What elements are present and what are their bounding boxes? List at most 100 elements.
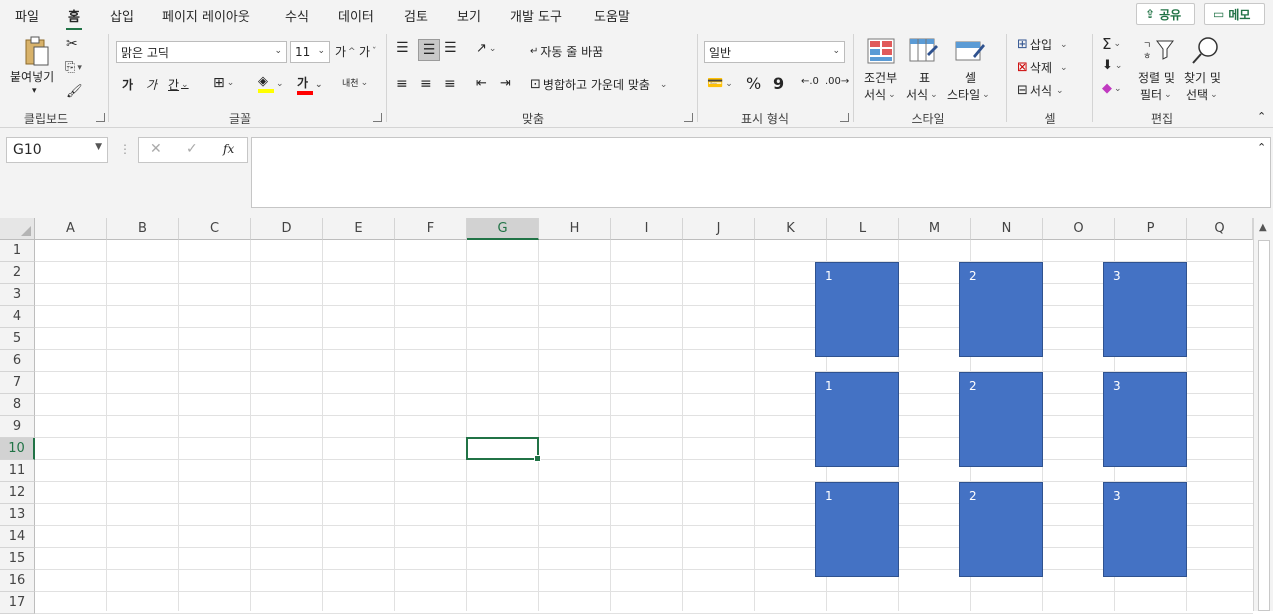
conditional-formatting-button[interactable]: 조건부: [864, 69, 897, 86]
cancel-icon[interactable]: ✕: [150, 141, 162, 157]
cut-icon[interactable]: ✂: [66, 36, 78, 52]
active-cell[interactable]: [466, 437, 541, 462]
tab-formulas[interactable]: 수식: [285, 6, 309, 25]
fill-color-button[interactable]: ◈ ⌄: [258, 74, 284, 93]
row-header-2[interactable]: 2: [0, 262, 35, 284]
share-button[interactable]: ⇪ 공유: [1136, 3, 1195, 25]
memo-button[interactable]: ▭ 메모: [1204, 3, 1265, 25]
row-header-9[interactable]: 9: [0, 416, 35, 438]
row-header-6[interactable]: 6: [0, 350, 35, 372]
shrink-font-button[interactable]: 가ˇ: [359, 43, 377, 60]
column-header-c[interactable]: C: [179, 218, 251, 240]
worksheet-grid[interactable]: ▲ A B C D E F G H I J K L M N O P Q 1 2 3 4 5 6 7 8 9 10 11 12 13 14 15…: [0, 218, 1273, 614]
select-all-corner[interactable]: [0, 218, 35, 240]
phonetic-guide-button[interactable]: 내천 ⌄: [342, 76, 368, 90]
align-left-icon[interactable]: ≡: [396, 76, 408, 92]
rectangle-shape[interactable]: 3: [1103, 372, 1187, 467]
tab-review[interactable]: 검토: [404, 6, 428, 25]
column-header-j[interactable]: J: [683, 218, 755, 240]
row-header-14[interactable]: 14: [0, 526, 35, 548]
collapse-formula-bar-icon[interactable]: ⌃: [1257, 141, 1266, 154]
rectangle-shape[interactable]: 2: [959, 482, 1043, 577]
column-header-f[interactable]: F: [395, 218, 467, 240]
row-header-13[interactable]: 13: [0, 504, 35, 526]
bold-button[interactable]: 가: [122, 76, 133, 93]
scrollbar-thumb[interactable]: [1258, 240, 1270, 611]
sort-filter-icon[interactable]: ㄱㅎ: [1143, 38, 1175, 62]
rectangle-shape[interactable]: 2: [959, 372, 1043, 467]
row-header-16[interactable]: 16: [0, 570, 35, 592]
rectangle-shape[interactable]: 3: [1103, 482, 1187, 577]
borders-icon[interactable]: ⊞ ⌄: [213, 75, 234, 91]
rectangle-shape[interactable]: 3: [1103, 262, 1187, 357]
row-header-12[interactable]: 12: [0, 482, 35, 504]
tab-help[interactable]: 도움말: [594, 6, 630, 25]
grow-font-button[interactable]: 가 ^: [335, 43, 356, 60]
column-header-i[interactable]: I: [611, 218, 683, 240]
align-bottom-icon[interactable]: ☰: [444, 40, 457, 56]
row-header-10[interactable]: 10: [0, 438, 35, 460]
format-as-table-icon[interactable]: [909, 38, 939, 66]
insert-cells-button[interactable]: ⊞ 삽입 ⌄: [1017, 36, 1068, 53]
italic-button[interactable]: 가: [146, 76, 157, 93]
formula-input[interactable]: [251, 137, 1271, 208]
merge-center-button[interactable]: ⊡ 병합하고 가운데 맞춤 ⌄: [530, 76, 667, 93]
sort-filter-button[interactable]: 정렬 및: [1138, 69, 1175, 86]
scroll-up-icon[interactable]: ▲: [1259, 222, 1267, 233]
tab-insert[interactable]: 삽입: [110, 6, 134, 25]
tab-home[interactable]: 홈: [66, 6, 82, 31]
number-launcher-icon[interactable]: [840, 113, 849, 122]
name-box[interactable]: G10 ▼: [6, 137, 108, 163]
tab-page-layout[interactable]: 페이지 레이아웃: [162, 6, 250, 25]
format-cells-button[interactable]: ⊟ 서식 ⌄: [1017, 82, 1064, 99]
format-painter-icon[interactable]: 🖌: [66, 84, 83, 99]
paste-dropdown-icon[interactable]: ▾: [32, 86, 37, 96]
clipboard-launcher-icon[interactable]: [96, 113, 105, 122]
row-header-4[interactable]: 4: [0, 306, 35, 328]
row-header-1[interactable]: 1: [0, 240, 35, 262]
row-header-7[interactable]: 7: [0, 372, 35, 394]
wrap-text-button[interactable]: ↵ 자동 줄 바꿈: [530, 43, 603, 60]
column-header-o[interactable]: O: [1043, 218, 1115, 240]
column-header-g[interactable]: G: [467, 218, 539, 240]
column-header-l[interactable]: L: [827, 218, 899, 240]
align-middle-icon[interactable]: ☰: [418, 39, 440, 61]
underline-button[interactable]: 간 ⌄: [168, 76, 189, 93]
column-header-d[interactable]: D: [251, 218, 323, 240]
cell-styles-icon[interactable]: [955, 38, 987, 66]
column-header-b[interactable]: B: [107, 218, 179, 240]
column-header-h[interactable]: H: [539, 218, 611, 240]
align-top-icon[interactable]: ☰: [396, 40, 409, 56]
percent-button[interactable]: %: [746, 74, 761, 93]
column-header-n[interactable]: N: [971, 218, 1043, 240]
orientation-icon[interactable]: ↗ ⌄: [476, 41, 496, 56]
comma-style-button[interactable]: 9: [773, 74, 784, 93]
column-header-a[interactable]: A: [35, 218, 107, 240]
tab-view[interactable]: 보기: [457, 6, 481, 25]
column-header-p[interactable]: P: [1115, 218, 1187, 240]
rectangle-shape[interactable]: 1: [815, 482, 899, 577]
autosum-icon[interactable]: Σ ⌄: [1102, 35, 1121, 53]
delete-cells-button[interactable]: ⊠ 삭제 ⌄: [1017, 59, 1068, 76]
increase-decimal-icon[interactable]: ←.0: [801, 76, 819, 87]
fill-icon[interactable]: ⬇ ⌄: [1102, 58, 1122, 73]
row-header-3[interactable]: 3: [0, 284, 35, 306]
font-size-select[interactable]: 11 ⌄: [290, 41, 330, 63]
align-center-icon[interactable]: ≡: [420, 76, 432, 92]
column-header-m[interactable]: M: [899, 218, 971, 240]
decrease-decimal-icon[interactable]: .00→: [825, 76, 849, 87]
decrease-indent-icon[interactable]: ⇤: [476, 76, 487, 91]
clear-eraser-icon[interactable]: ◆ ⌄: [1102, 81, 1122, 96]
insert-function-icon[interactable]: fx: [223, 142, 234, 156]
alignment-launcher-icon[interactable]: [684, 113, 693, 122]
format-as-table-button[interactable]: 표: [919, 69, 930, 86]
cell-styles-button[interactable]: 셀: [965, 69, 976, 86]
column-header-q[interactable]: Q: [1187, 218, 1253, 240]
vertical-scrollbar[interactable]: ▲: [1253, 218, 1273, 611]
rectangle-shape[interactable]: 1: [815, 262, 899, 357]
tab-file[interactable]: 파일: [15, 6, 39, 25]
row-header-5[interactable]: 5: [0, 328, 35, 350]
conditional-formatting-icon[interactable]: [867, 38, 895, 64]
font-color-button[interactable]: 가 ⌄: [297, 74, 323, 95]
rectangle-shape[interactable]: 1: [815, 372, 899, 467]
